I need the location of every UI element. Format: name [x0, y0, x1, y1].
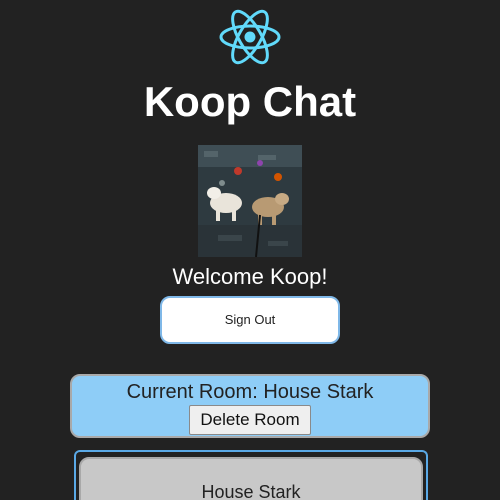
react-atom-icon	[219, 9, 281, 65]
welcome-message: Welcome Koop!	[172, 264, 328, 289]
sign-out-button[interactable]: Sign Out	[160, 296, 340, 344]
app-title: Koop Chat	[143, 78, 357, 125]
app-page: Koop Chat Welcome Koop! Sign Out Current…	[0, 0, 500, 500]
current-room-title: Current Room: House Stark	[126, 381, 374, 403]
room-item-house-stark[interactable]: House Stark	[79, 457, 423, 500]
current-room-panel: Current Room: House Stark Delete Room	[70, 374, 430, 438]
delete-room-button[interactable]: Delete Room	[189, 405, 311, 435]
avatar-photo	[198, 145, 302, 257]
user-avatar	[198, 145, 302, 257]
rooms-list: House Stark	[74, 450, 428, 500]
